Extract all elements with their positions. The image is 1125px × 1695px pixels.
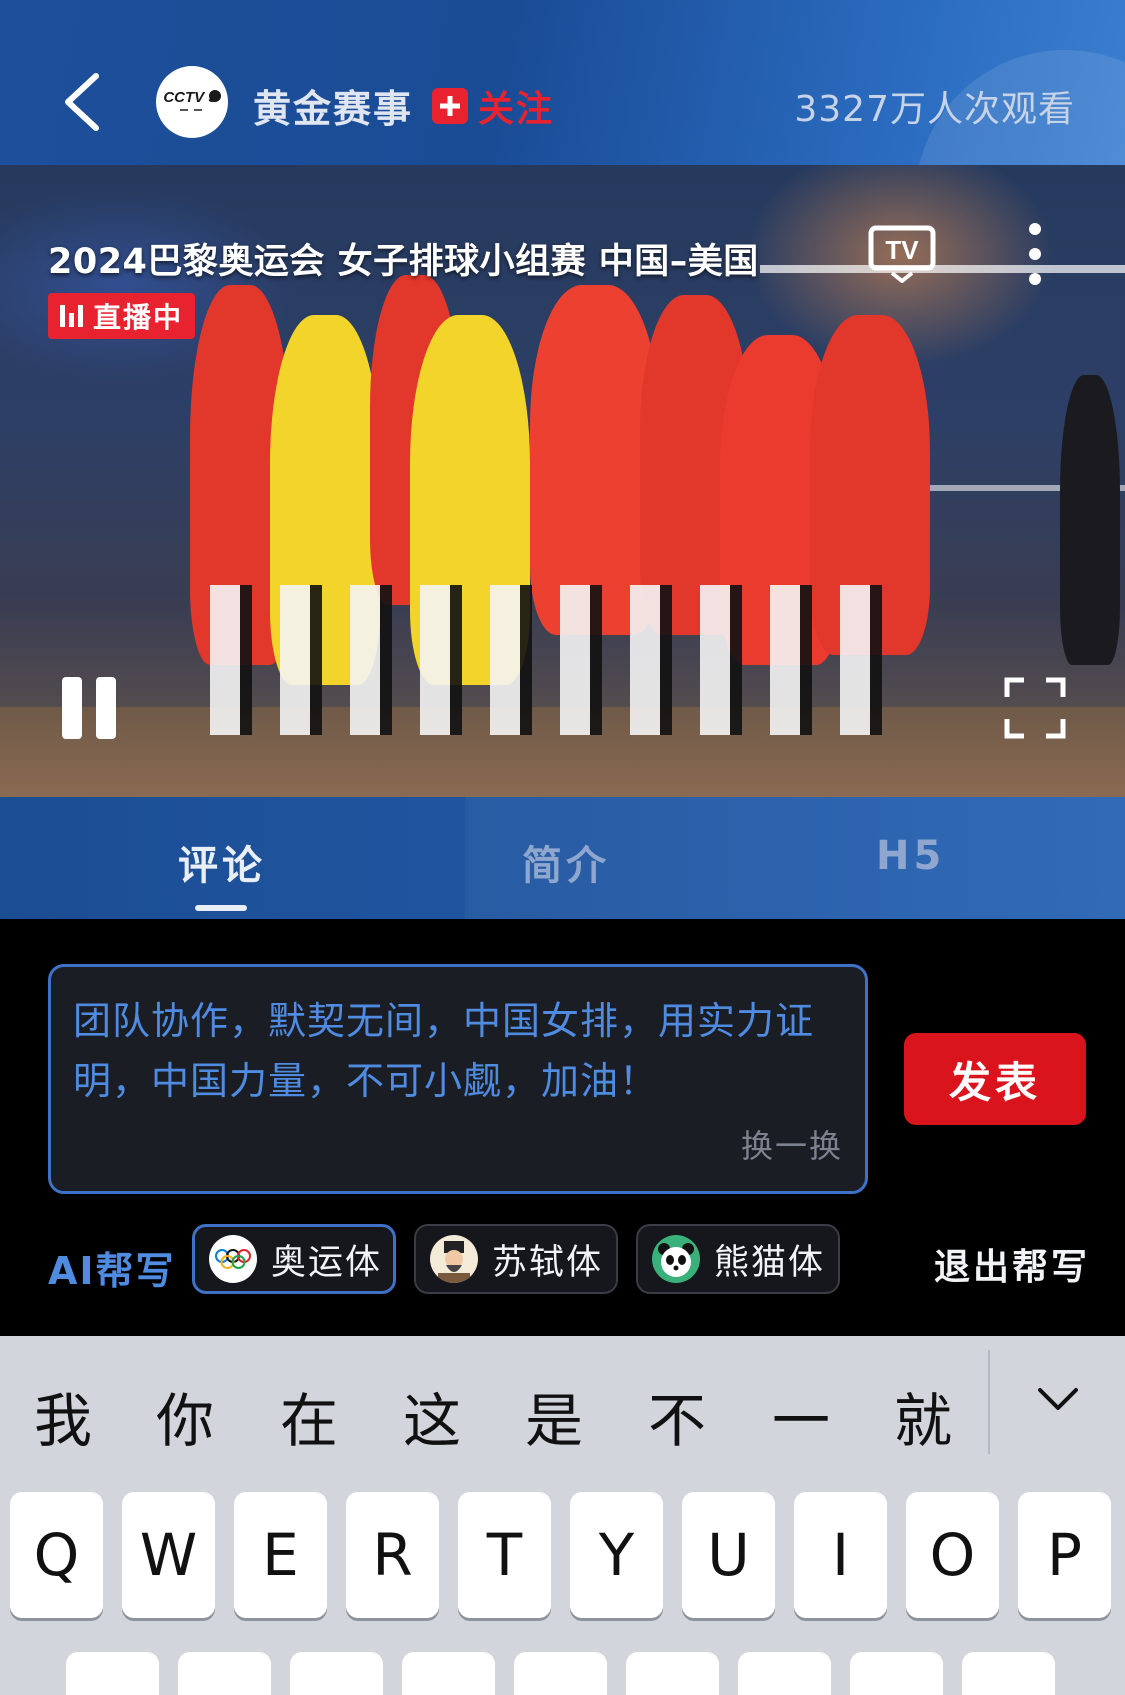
channel-avatar[interactable]: CCTV 5 xyxy=(156,66,228,138)
view-count: 3327万人次观看 xyxy=(794,89,1075,130)
video-player[interactable]: 2024巴黎奥运会 女子排球小组赛 中国–美国 直播中 TV xyxy=(0,165,1125,797)
pause-icon[interactable] xyxy=(62,677,120,739)
follow-label: 关注 xyxy=(478,89,555,130)
candidate-word[interactable]: 不 xyxy=(648,1374,706,1458)
fullscreen-icon[interactable] xyxy=(1004,677,1066,739)
plus-icon xyxy=(432,88,468,124)
exit-ai-write-button[interactable]: 退出帮写 xyxy=(934,1238,1090,1290)
more-vertical-icon[interactable] xyxy=(1024,223,1046,285)
tab-intro[interactable]: 简介 xyxy=(522,833,610,891)
candidate-word[interactable]: 你 xyxy=(156,1374,214,1458)
comment-input[interactable]: 团队协作，默契无间，中国女排，用实力证明，中国力量，不可小觑，加油！ 换一换 xyxy=(48,964,868,1194)
candidate-word[interactable]: 这 xyxy=(403,1374,461,1458)
live-bars-icon xyxy=(60,305,83,327)
style-chip-label: 奥运体 xyxy=(271,1242,383,1283)
tv-cast-icon[interactable]: TV xyxy=(868,225,936,283)
olympic-rings-icon xyxy=(209,1235,257,1283)
key-row2[interactable] xyxy=(66,1652,159,1695)
candidate-word[interactable]: 就 xyxy=(894,1374,952,1458)
key-q[interactable]: Q xyxy=(10,1492,103,1618)
key-row2[interactable] xyxy=(402,1652,495,1695)
key-p[interactable]: P xyxy=(1018,1492,1111,1618)
panda-icon xyxy=(652,1235,700,1283)
ai-write-label: AI帮写 xyxy=(48,1249,176,1293)
live-label: 直播中 xyxy=(93,301,184,334)
style-chip-panda[interactable]: 熊猫体 xyxy=(636,1224,840,1294)
active-tab-indicator xyxy=(195,905,247,911)
video-title: 2024巴黎奥运会 女子排球小组赛 中国–美国 xyxy=(48,242,759,282)
key-y[interactable]: Y xyxy=(570,1492,663,1618)
ime-keyboard: 我 你 在 这 是 不 一 就 Q W E R T Y U I O P xyxy=(0,1336,1125,1695)
refresh-suggestion-button[interactable]: 换一换 xyxy=(741,1121,843,1167)
app-header: CCTV 5 黄金赛事 关注 3327万人次观看 xyxy=(0,0,1125,165)
candidate-bar: 我 你 在 这 是 不 一 就 xyxy=(0,1336,1125,1476)
key-o[interactable]: O xyxy=(906,1492,999,1618)
key-e[interactable]: E xyxy=(234,1492,327,1618)
key-row2[interactable] xyxy=(850,1652,943,1695)
key-i[interactable]: I xyxy=(794,1492,887,1618)
comment-panel: 团队协作，默契无间，中国女排，用实力证明，中国力量，不可小觑，加油！ 换一换 发… xyxy=(0,938,1125,1338)
style-chip-sushi[interactable]: 苏轼体 xyxy=(414,1224,618,1294)
candidate-word[interactable]: 一 xyxy=(772,1374,830,1458)
style-chip-label: 苏轼体 xyxy=(492,1242,604,1283)
comment-text[interactable]: 团队协作，默契无间，中国女排，用实力证明，中国力量，不可小觑，加油！ xyxy=(73,991,853,1111)
style-chip-label: 熊猫体 xyxy=(714,1242,826,1283)
candidate-divider xyxy=(988,1350,990,1454)
channel-name[interactable]: 黄金赛事 xyxy=(253,78,413,133)
svg-text:TV: TV xyxy=(885,235,919,265)
candidate-word[interactable]: 是 xyxy=(525,1374,583,1458)
key-r[interactable]: R xyxy=(346,1492,439,1618)
follow-button[interactable]: 关注 xyxy=(432,80,554,132)
key-row2[interactable] xyxy=(290,1652,383,1695)
key-row2[interactable] xyxy=(178,1652,271,1695)
su-shi-portrait-icon xyxy=(430,1235,478,1283)
tab-h5[interactable]: H5 xyxy=(876,833,945,879)
key-w[interactable]: W xyxy=(122,1492,215,1618)
player-legs xyxy=(210,585,910,735)
key-u[interactable]: U xyxy=(682,1492,775,1618)
style-chip-olympic[interactable]: 奥运体 xyxy=(192,1224,396,1294)
cctv5-logo-icon: CCTV 5 xyxy=(163,89,221,111)
back-chevron-icon[interactable] xyxy=(58,70,108,134)
volleyball-net xyxy=(760,265,1125,273)
publish-button[interactable]: 发表 xyxy=(904,1033,1086,1125)
key-row2[interactable] xyxy=(962,1652,1055,1695)
candidate-word[interactable]: 在 xyxy=(280,1374,338,1458)
key-row2[interactable] xyxy=(738,1652,831,1695)
candidate-word[interactable]: 我 xyxy=(34,1374,92,1458)
tab-bar: 评论 简介 H5 xyxy=(0,797,1125,919)
chevron-down-icon[interactable] xyxy=(1036,1384,1080,1414)
key-row2[interactable] xyxy=(626,1652,719,1695)
key-row2[interactable] xyxy=(514,1652,607,1695)
live-badge: 直播中 xyxy=(48,293,196,339)
player-figure xyxy=(1060,375,1120,665)
tab-comments[interactable]: 评论 xyxy=(178,833,266,891)
key-t[interactable]: T xyxy=(458,1492,551,1618)
